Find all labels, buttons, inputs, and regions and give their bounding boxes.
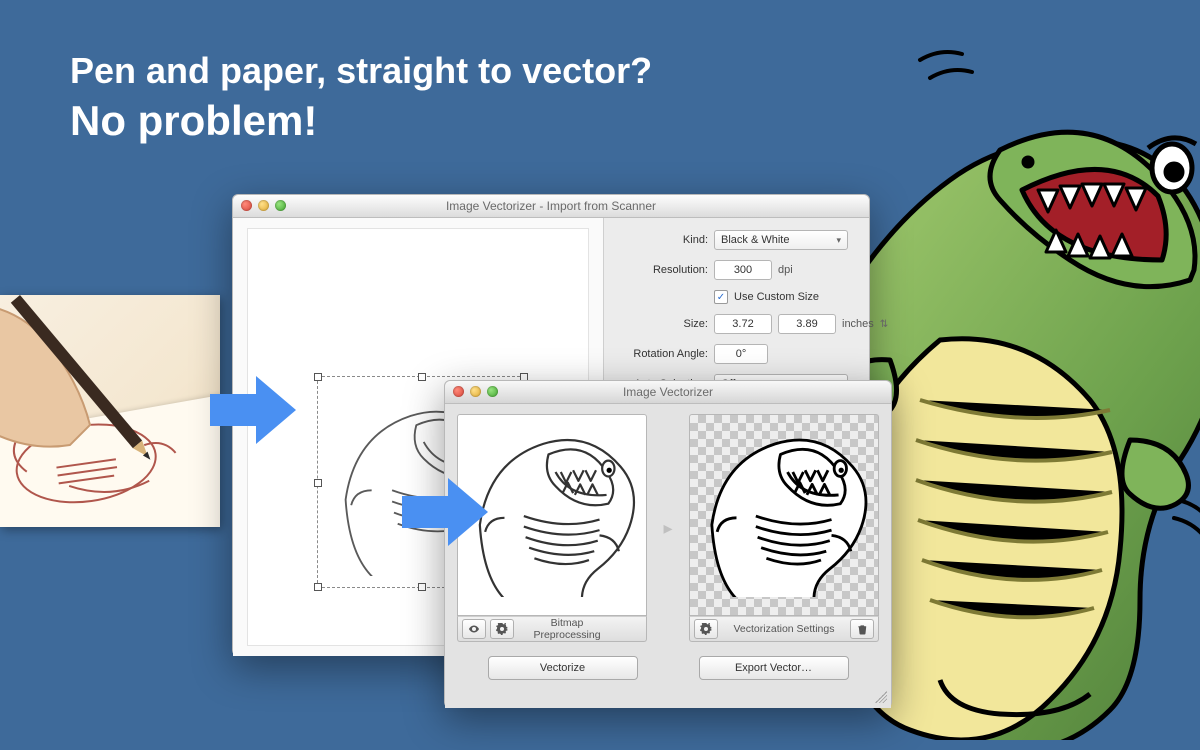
- resolution-label: Resolution:: [618, 264, 708, 276]
- size-height-input[interactable]: 3.89: [778, 314, 836, 334]
- export-vector-button[interactable]: Export Vector…: [699, 656, 849, 680]
- rotation-label: Rotation Angle:: [618, 348, 708, 360]
- hero-headline: Pen and paper, straight to vector? No pr…: [70, 48, 652, 148]
- vectorize-button[interactable]: Vectorize: [488, 656, 638, 680]
- window-traffic-lights[interactable]: [453, 386, 498, 397]
- window-traffic-lights[interactable]: [241, 200, 286, 211]
- vectorizer-titlebar[interactable]: Image Vectorizer: [445, 381, 891, 404]
- zoom-icon[interactable]: [487, 386, 498, 397]
- chevron-down-icon: ▾: [836, 235, 841, 246]
- trash-icon[interactable]: [850, 619, 874, 639]
- close-icon[interactable]: [241, 200, 252, 211]
- hand-drawing-photo: [0, 295, 220, 527]
- kind-select[interactable]: Black & White ▾: [714, 230, 848, 250]
- scanner-titlebar[interactable]: Image Vectorizer - Import from Scanner: [233, 195, 869, 218]
- size-label: Size:: [618, 318, 708, 330]
- arrow-icon: [402, 472, 492, 552]
- vector-bar-title: Vectorization Settings: [722, 623, 846, 635]
- custom-size-checkbox[interactable]: ✓: [714, 290, 728, 304]
- vectorizer-window-title: Image Vectorizer: [623, 385, 713, 399]
- vector-preview-art: [696, 421, 872, 597]
- hero-line-1: Pen and paper, straight to vector?: [70, 48, 652, 93]
- size-unit: inches: [842, 318, 874, 330]
- scanner-window-title: Image Vectorizer - Import from Scanner: [446, 199, 656, 213]
- eye-icon[interactable]: [462, 619, 486, 639]
- custom-size-label: Use Custom Size: [734, 291, 819, 303]
- chevron-updown-icon[interactable]: ⇅: [880, 319, 888, 330]
- resolution-unit: dpi: [778, 264, 793, 276]
- size-width-input[interactable]: 3.72: [714, 314, 772, 334]
- vector-pane: Vectorization Settings: [689, 414, 879, 642]
- close-icon[interactable]: [453, 386, 464, 397]
- bitmap-bar-title: Bitmap Preprocessing: [518, 617, 616, 641]
- rotation-input[interactable]: 0°: [714, 344, 768, 364]
- arrow-icon: [210, 370, 300, 450]
- zoom-icon[interactable]: [275, 200, 286, 211]
- gear-icon[interactable]: [490, 619, 514, 639]
- minimize-icon[interactable]: [258, 200, 269, 211]
- gear-icon[interactable]: [694, 619, 718, 639]
- resolution-input[interactable]: 300: [714, 260, 772, 280]
- hero-line-2: No problem!: [70, 95, 652, 148]
- minimize-icon[interactable]: [470, 386, 481, 397]
- chevron-right-icon: ▸: [659, 518, 677, 539]
- vectorizer-window: Image Vectorizer: [444, 380, 892, 708]
- resize-grip-icon[interactable]: [875, 691, 887, 703]
- kind-label: Kind:: [618, 234, 708, 246]
- vector-canvas[interactable]: [689, 414, 879, 616]
